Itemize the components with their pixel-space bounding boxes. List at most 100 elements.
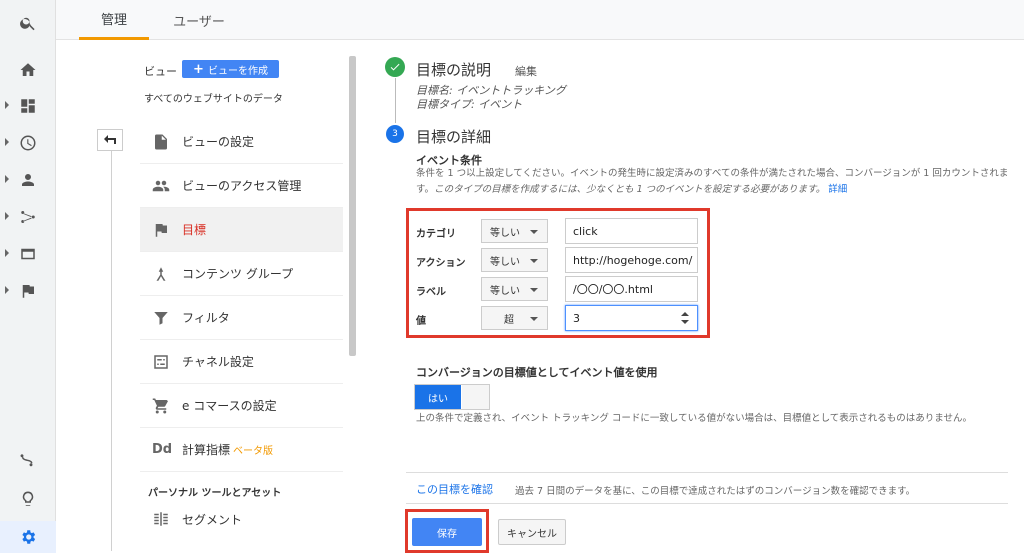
step-connector-line [395,78,396,123]
nav-tree-line [111,151,112,551]
audience-nav[interactable] [0,166,56,194]
step-complete-check-icon [385,57,405,77]
behavior-nav[interactable] [0,240,56,268]
toggle-on-label: はい [415,385,461,409]
create-view-button[interactable]: + ビューを作成 [182,60,279,78]
value-operator-select[interactable]: 超 [481,306,548,330]
back-button[interactable] [97,129,123,151]
realtime-nav[interactable] [0,129,56,157]
label-operator-select[interactable]: 等しい [481,277,548,301]
nav-item-filters[interactable]: フィルタ [140,296,343,340]
group-icon [150,263,172,285]
nav-item-content-grouping[interactable]: コンテンツ グループ [140,252,343,296]
expand-caret-icon [5,212,9,220]
person-icon [22,174,34,186]
nav-item-view-settings[interactable]: ビューの設定 [140,120,343,164]
chevron-down-icon [530,288,538,292]
input-value: 3 [573,311,580,325]
use-event-value-toggle[interactable]: はい [414,384,490,410]
nav-item-label: 目標 [182,223,207,237]
nav-item-label: チャネル設定 [182,355,254,369]
label-value-input[interactable]: /〇〇/〇〇.html [565,276,698,302]
acquisition-nav[interactable] [0,203,56,231]
behavior-icon [21,248,35,260]
nav-item-segments[interactable]: セグメント [140,497,343,541]
filter-icon [150,307,172,329]
help-italic-text: このタイプの目標を作成するには、少なくとも 1 つのイベントを設定する必要があり… [434,184,826,195]
search-icon[interactable] [0,9,56,37]
condition-label-action: アクション [416,258,466,269]
tab-user[interactable]: ユーザー [159,0,239,40]
view-column-label: ビュー [144,65,177,78]
edit-link[interactable]: 編集 [515,63,537,79]
action-value-input[interactable]: http://hogehoge.com/ [565,247,698,273]
category-operator-select[interactable]: 等しい [481,219,548,243]
segment-icon [150,508,172,530]
nav-item-ecommerce-settings[interactable]: e コマースの設定 [140,384,343,428]
goal-details-title: 目標の詳細 [416,128,492,146]
gear-icon[interactable] [0,521,56,553]
acquisition-icon [21,211,35,223]
divider [406,472,1008,473]
condition-label-category: カテゴリ [416,229,456,240]
beta-badge: ベータ版 [233,446,274,457]
nav-item-label: フィルタ [182,311,230,325]
nav-item-view-access[interactable]: ビューのアクセス管理 [140,164,343,208]
save-button[interactable]: 保存 [412,518,482,546]
input-value: click [573,224,598,238]
nav-item-label: ビューの設定 [182,135,255,149]
lightbulb-icon[interactable] [0,485,56,513]
operator-value: 等しい [490,256,520,268]
input-value: /〇〇/〇〇.html [573,283,653,296]
chevron-down-icon [530,230,538,234]
value-number-input[interactable]: 3 [565,305,698,331]
verify-goal-link[interactable]: この目標を確認 [416,481,493,497]
input-value: http://hogehoge.com/ [573,253,693,267]
condition-label-value: 値 [416,316,426,327]
event-conditions-help: 条件を 1 つ以上設定してください。イベントの発生時に設定済みのすべての条件が満… [416,166,1010,198]
plus-icon: + [193,61,204,77]
learn-more-link[interactable]: 詳細 [828,184,847,195]
chevron-down-icon [530,259,538,263]
chevron-down-icon [530,317,538,321]
expand-caret-icon [5,249,9,257]
condition-label-label: ラベル [416,287,446,298]
operator-value: 等しい [490,227,520,239]
clock-icon [20,135,36,151]
people-icon [150,175,172,197]
dashboard-nav[interactable] [0,92,56,120]
nav-item-channel-settings[interactable]: チャネル設定 [140,340,343,384]
category-value-input[interactable]: click [565,218,698,244]
dd-icon: Dd [151,442,173,457]
nav-item-label: コンテンツ グループ [182,267,294,281]
discover-icon[interactable] [0,447,56,475]
dashboard-icon [21,99,35,113]
goal-description-title: 目標の説明 [416,61,492,79]
nav-scrollbar[interactable] [349,56,356,356]
flag-icon [22,285,34,298]
goal-type-line: 目標タイプ: イベント [416,98,523,111]
verify-goal-description: 過去 7 日間のデータを基に、この目標で達成されたはずのコンバージョン数を確認で… [515,486,916,497]
tab-admin[interactable]: 管理 [79,0,149,40]
back-arrow-icon [104,135,116,144]
expand-caret-icon [5,175,9,183]
view-name[interactable]: すべてのウェブサイトのデータ [144,90,283,105]
spinner-arrows-icon[interactable] [681,312,689,324]
nav-item-calculated-metrics[interactable]: Dd 計算指標 ベータ版 [140,428,343,472]
nav-item-goals[interactable]: 目標 [140,208,343,252]
expand-caret-icon [5,286,9,294]
left-rail [0,0,56,553]
nav-item-label: e コマースの設定 [182,399,277,413]
divider [406,503,1008,504]
action-operator-select[interactable]: 等しい [481,248,548,272]
top-tabbar: 管理 ユーザー [56,0,1024,40]
operator-value: 超 [504,314,514,326]
conversions-nav[interactable] [0,277,56,305]
cancel-button[interactable]: キャンセル [498,519,566,545]
use-event-value-help: 上の条件で定義され、イベント トラッキング コードに一致している値がない場合は、… [416,413,972,424]
nav-item-label: 計算指標 [182,443,231,457]
create-view-label: ビューを作成 [207,65,268,77]
home-icon[interactable] [0,56,56,84]
toggle-knob [462,385,489,409]
use-event-value-title: コンバージョンの目標値としてイベント値を使用 [416,366,658,379]
